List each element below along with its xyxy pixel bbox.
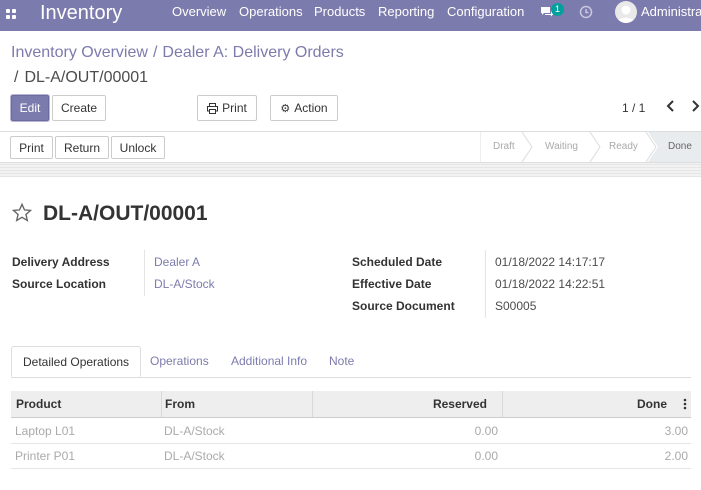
stage-waiting: Waiting xyxy=(545,141,578,152)
menu-products[interactable]: Products xyxy=(314,5,365,19)
delivery-address-value[interactable]: Dealer A xyxy=(154,255,200,269)
stage-ready: Ready xyxy=(609,141,638,152)
column-divider xyxy=(161,391,162,417)
source-document-value: S00005 xyxy=(495,299,537,313)
row-reserved: 0.00 xyxy=(474,449,498,463)
table-row[interactable]: Laptop L01 DL-A/Stock 0.00 3.00 xyxy=(11,419,691,444)
return-button[interactable]: Return xyxy=(55,136,109,159)
top-navbar: Inventory Overview Operations Products R… xyxy=(0,0,701,31)
gear-icon: ⚙ xyxy=(280,102,291,115)
optional-columns-icon[interactable] xyxy=(683,398,687,410)
menu-operations[interactable]: Operations xyxy=(239,5,303,19)
column-done[interactable]: Done xyxy=(507,391,667,417)
breadcrumb-delivery-orders[interactable]: Dealer A: Delivery Orders xyxy=(162,44,343,61)
pager-next-icon[interactable] xyxy=(689,99,701,113)
column-product[interactable]: Product xyxy=(16,391,61,417)
print-button[interactable]: Print xyxy=(10,136,53,159)
stage-done: Done xyxy=(668,141,692,152)
pager-value[interactable]: 1 / 1 xyxy=(622,101,645,115)
activity-clock-icon[interactable] xyxy=(579,5,593,19)
pager-previous-icon[interactable] xyxy=(665,99,677,113)
print-dropdown-button[interactable]: Print xyxy=(197,95,257,121)
notebook-tabs: Detailed Operations Operations Additiona… xyxy=(11,346,691,378)
tab-detailed-operations[interactable]: Detailed Operations xyxy=(11,346,142,377)
source-location-label: Source Location xyxy=(12,277,107,291)
table-row[interactable]: Printer P01 DL-A/Stock 0.00 2.00 xyxy=(11,444,691,469)
user-name[interactable]: Administrator xyxy=(641,5,701,19)
column-reserved[interactable]: Reserved xyxy=(317,391,487,417)
row-from: DL-A/Stock xyxy=(164,424,225,438)
column-from[interactable]: From xyxy=(165,391,195,417)
create-button[interactable]: Create xyxy=(52,95,106,121)
favorite-star-icon[interactable] xyxy=(11,202,33,224)
stage-draft: Draft xyxy=(493,141,515,152)
status-bar: Print Return Unlock Draft Waiting Ready … xyxy=(0,131,701,163)
user-avatar[interactable] xyxy=(615,1,637,23)
row-done: 2.00 xyxy=(664,449,688,463)
tab-additional-info[interactable]: Additional Info xyxy=(231,346,307,377)
record-title: DL-A/OUT/00001 xyxy=(43,202,208,225)
effective-date-label: Effective Date xyxy=(352,277,432,291)
menu-overview[interactable]: Overview xyxy=(172,5,226,19)
breadcrumb-inventory-overview[interactable]: Inventory Overview xyxy=(11,44,148,61)
tab-operations[interactable]: Operations xyxy=(150,346,209,377)
row-from: DL-A/Stock xyxy=(164,449,225,463)
source-location-value[interactable]: DL-A/Stock xyxy=(154,277,215,291)
column-divider xyxy=(312,391,313,417)
source-document-label: Source Document xyxy=(352,299,455,313)
action-dropdown-button[interactable]: ⚙ Action xyxy=(270,95,338,121)
table-header: Product From Reserved Done xyxy=(11,391,691,418)
field-divider-left xyxy=(144,250,145,296)
print-label: Print xyxy=(222,101,247,115)
tab-note[interactable]: Note xyxy=(329,346,354,377)
scheduled-date-value: 01/18/2022 14:17:17 xyxy=(495,255,606,269)
menu-reporting[interactable]: Reporting xyxy=(378,5,434,19)
breadcrumb-current-record: DL-A/OUT/00001 xyxy=(24,69,149,86)
row-product: Printer P01 xyxy=(15,449,76,463)
action-label: Action xyxy=(294,101,328,115)
app-title[interactable]: Inventory xyxy=(40,1,122,25)
row-reserved: 0.00 xyxy=(474,424,498,438)
edit-button[interactable]: Edit xyxy=(11,95,49,121)
effective-date-value: 01/18/2022 14:22:51 xyxy=(495,277,606,291)
row-product: Laptop L01 xyxy=(15,424,76,438)
sheet-background xyxy=(0,163,701,177)
printer-icon xyxy=(207,102,219,114)
apps-grid-icon[interactable] xyxy=(6,9,18,21)
row-done: 3.00 xyxy=(664,424,688,438)
field-divider-right xyxy=(485,250,486,318)
scheduled-date-label: Scheduled Date xyxy=(352,255,443,269)
column-divider xyxy=(502,391,503,417)
menu-configuration[interactable]: Configuration xyxy=(447,5,524,19)
breadcrumb-current: / DL-A/OUT/00001 xyxy=(14,69,149,86)
unlock-button[interactable]: Unlock xyxy=(111,136,165,159)
messages-badge: 1 xyxy=(551,3,564,16)
delivery-address-label: Delivery Address xyxy=(12,255,110,269)
breadcrumb: Inventory Overview / Dealer A: Delivery Or… xyxy=(11,44,344,61)
